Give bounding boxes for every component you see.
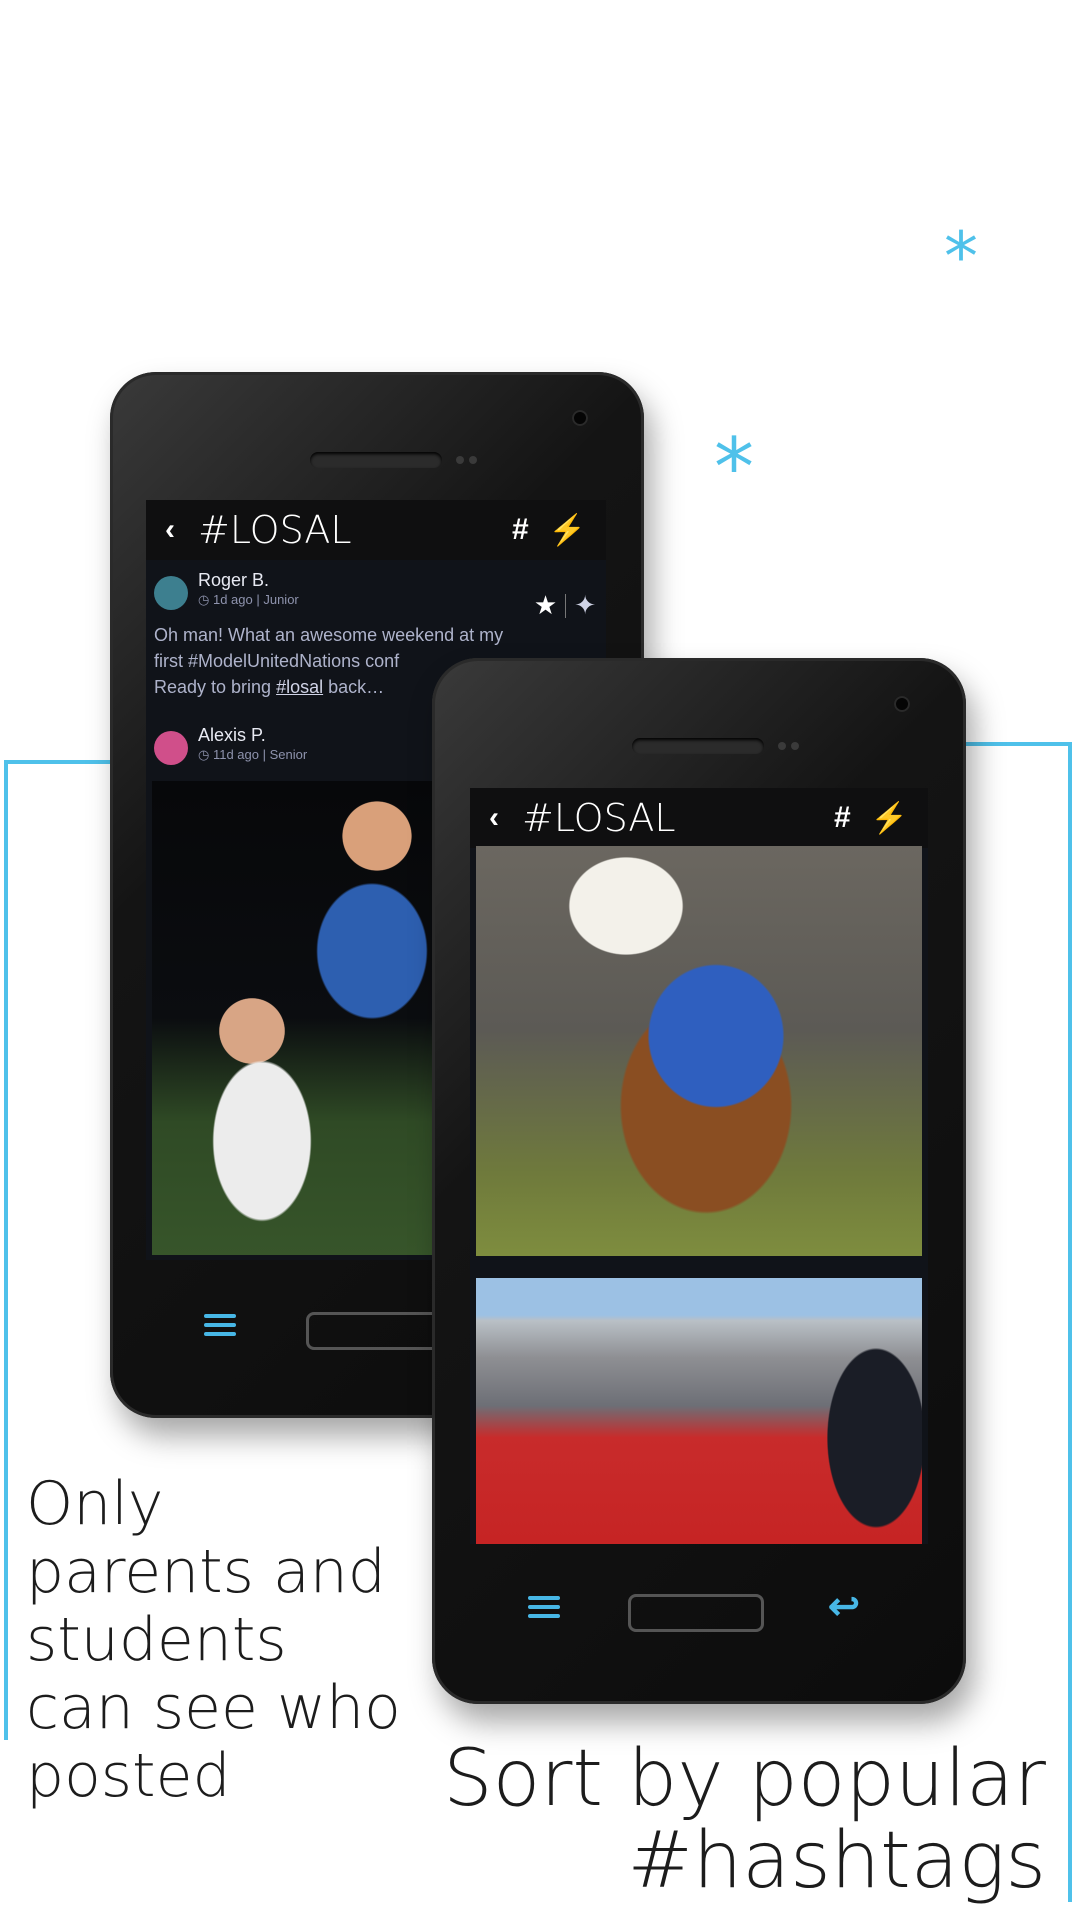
divider: [565, 593, 567, 618]
home-button[interactable]: [628, 1594, 764, 1632]
post-grade: Junior: [263, 592, 299, 607]
callout-line-right: [1068, 742, 1072, 1902]
post-text-line: Oh man! What an awesome weekend at my: [154, 625, 504, 645]
hashtag-icon[interactable]: #: [834, 801, 851, 835]
lightning-bolt-icon[interactable]: ⚡: [871, 801, 908, 836]
asterisk-decoration: *: [944, 218, 978, 297]
post-text-span: Ready to bring: [154, 677, 277, 697]
app-title: #LOSAL: [522, 796, 676, 840]
photo-graduation-ceremony[interactable]: [476, 1278, 922, 1544]
clock-icon: ◷: [198, 747, 210, 762]
star-icon[interactable]: ★: [534, 590, 557, 621]
post-grade: Senior: [269, 747, 308, 762]
author-name: Roger B.: [198, 570, 270, 590]
caption-hashtags: Sort by popular #hashtags: [443, 1734, 1046, 1906]
screen: ‹ #LOSAL # ⚡: [470, 788, 928, 1544]
post-meta: ◷ 11d ago | Senior: [198, 747, 308, 762]
phone-front: ‹ #LOSAL # ⚡ ↩: [432, 658, 966, 1704]
return-arrow-icon[interactable]: ↩: [828, 1584, 860, 1629]
avatar: [154, 731, 188, 765]
chevron-left-icon[interactable]: ‹: [152, 513, 188, 547]
chevron-left-icon[interactable]: ‹: [476, 801, 512, 835]
speaker: [632, 738, 764, 754]
sensor-dots: [456, 456, 477, 464]
clock-icon: ◷: [198, 592, 210, 607]
caption-privacy: Only parents and students can see who po…: [26, 1469, 401, 1811]
home-button[interactable]: [306, 1312, 442, 1350]
twitter-icon[interactable]: ✦: [574, 590, 596, 621]
post-time: 1d ago: [212, 592, 253, 607]
asterisk-decoration: *: [714, 421, 754, 514]
photo-eagle-mascot-crowd[interactable]: [476, 846, 922, 1256]
app-title: #LOSAL: [198, 508, 352, 552]
menu-icon[interactable]: [528, 1596, 560, 1618]
post-meta: ◷ 1d ago | Junior: [198, 592, 299, 607]
speaker: [310, 452, 442, 468]
menu-icon[interactable]: [204, 1314, 236, 1336]
post-text-span: back…: [323, 677, 385, 697]
sensor-dots: [778, 742, 799, 750]
callout-line-left: [4, 760, 8, 1740]
hashtag-link[interactable]: #losal: [276, 677, 323, 697]
post-actions: ★ ✦: [534, 590, 596, 621]
author-name: Alexis P.: [198, 725, 266, 745]
app-bar: ‹ #LOSAL # ⚡: [470, 788, 928, 848]
post-time: 11d ago: [212, 747, 259, 762]
avatar: [154, 576, 188, 610]
hashtag-icon[interactable]: #: [512, 513, 529, 547]
app-bar: ‹ #LOSAL # ⚡: [146, 500, 606, 560]
lightning-bolt-icon[interactable]: ⚡: [549, 513, 586, 548]
camera: [572, 410, 588, 426]
camera: [894, 696, 910, 712]
